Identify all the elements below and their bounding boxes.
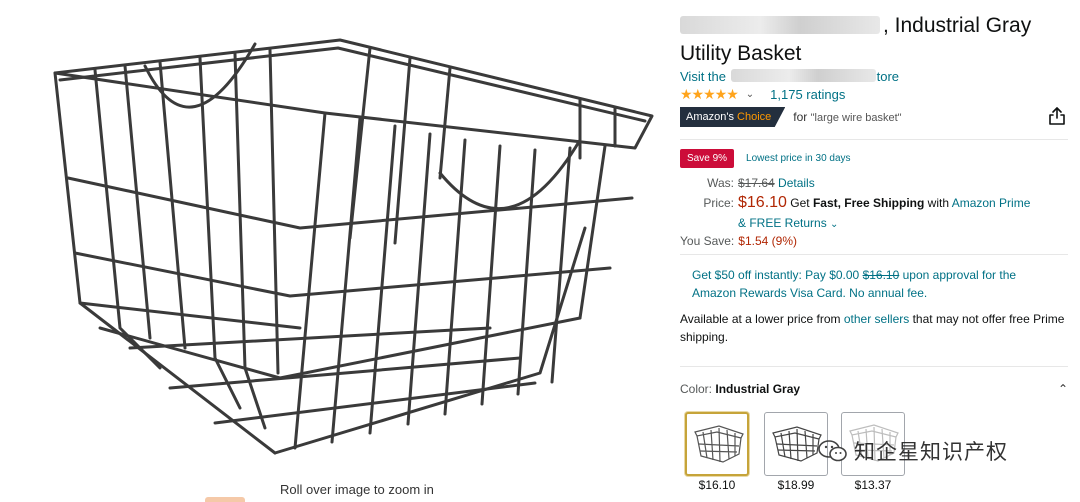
choice-query[interactable]: "large wire basket" [811,112,902,124]
star-rating-icon[interactable]: ★★★★★ [680,86,739,103]
amazon-prime-link[interactable]: Amazon Prime [952,196,1031,210]
was-label: Was: [707,176,734,190]
share-icon[interactable] [1048,106,1066,126]
other-sellers-link[interactable]: other sellers [844,312,909,326]
avail-part1: Available at a lower price from [680,312,841,326]
store-prefix: Visit the [680,69,727,84]
get-text: Get [790,196,810,210]
watermark: 知企星知识产权 [818,436,1008,466]
redacted-brand-name [680,16,880,34]
free-returns-link[interactable]: & FREE Returns [738,216,827,230]
current-price: $16.10 [738,194,787,211]
rewards-card-offer[interactable]: Get $50 off instantly: Pay $0.00 $16.10 … [692,266,1062,302]
choice-for-label: for [793,110,808,124]
rating-row: ★★★★★ ⌄ 1,175 ratings [680,86,845,103]
offer-strike-price: $16.10 [862,268,900,282]
choice-for-text: for "large wire basket" [793,110,901,124]
title-line-2: Utility Basket [680,42,802,65]
divider [680,366,1068,367]
offer-part1: Get $50 off instantly: Pay $0.00 [692,268,860,282]
color-selected-value: Industrial Gray [715,382,801,396]
with-text: with [927,196,950,210]
redacted-store-name [730,69,876,82]
price-row: Price: $16.10 Get Fast, Free Shipping wit… [680,194,1030,212]
divider [680,139,1068,140]
watermark-text: 知企星知识产权 [854,440,1008,464]
wechat-icon [818,440,847,462]
details-link[interactable]: Details [778,176,815,190]
swatch-price: $13.37 [854,478,892,492]
chevron-up-icon[interactable]: ⌃ [1058,382,1068,396]
you-save-row: You Save: $1.54 (9%) [680,234,797,248]
was-price-row: Was: $17.64 Details [680,176,815,190]
chevron-down-icon[interactable]: ⌄ [746,89,754,100]
swatch-price: $18.99 [777,478,815,492]
divider [680,254,1068,255]
badge-choice: Choice [737,111,772,123]
zoom-hint-text: Roll over image to zoom in [280,482,434,497]
you-save-label: You Save: [680,234,735,248]
save-badge: Save 9% [680,149,735,168]
swatch-price: $16.10 [698,478,736,492]
you-save-value: $1.54 (9%) [738,234,797,248]
ratings-count-link[interactable]: 1,175 ratings [770,87,845,102]
store-suffix: tore [876,69,900,84]
fast-free-shipping: Fast, Free Shipping [812,196,925,210]
deal-row: Save 9% Lowest price in 30 days [680,149,851,168]
product-title: , Industrial Gray Utility Basket [680,12,1050,68]
amazons-choice-row: Amazon's Choice for "large wire basket" [680,107,902,127]
thumbnail-peek[interactable] [205,497,245,502]
chevron-down-icon[interactable]: ⌄ [830,219,838,230]
price-label: Price: [703,196,734,210]
color-selector-header[interactable]: Color: Industrial Gray ⌃ [680,382,1068,396]
color-label: Color: [680,382,713,396]
lowest-price-text: Lowest price in 30 days [746,153,851,164]
visit-store-link[interactable]: Visit the tore [680,69,899,84]
title-visible-text: , Industrial Gray [883,14,1032,37]
amazons-choice-badge[interactable]: Amazon's Choice [680,107,786,127]
badge-amazons: Amazon's [686,111,734,123]
free-returns-row[interactable]: & FREE Returns ⌄ [738,216,838,230]
availability-text: Available at a lower price from other se… [680,310,1065,346]
product-image[interactable] [40,28,670,473]
was-price: $17.64 [738,176,775,190]
color-swatch-selected[interactable] [685,412,749,476]
product-image-area[interactable]: Roll over image to zoom in [0,0,670,502]
product-details-panel: , Industrial Gray Utility Basket Visit t… [680,0,1080,502]
